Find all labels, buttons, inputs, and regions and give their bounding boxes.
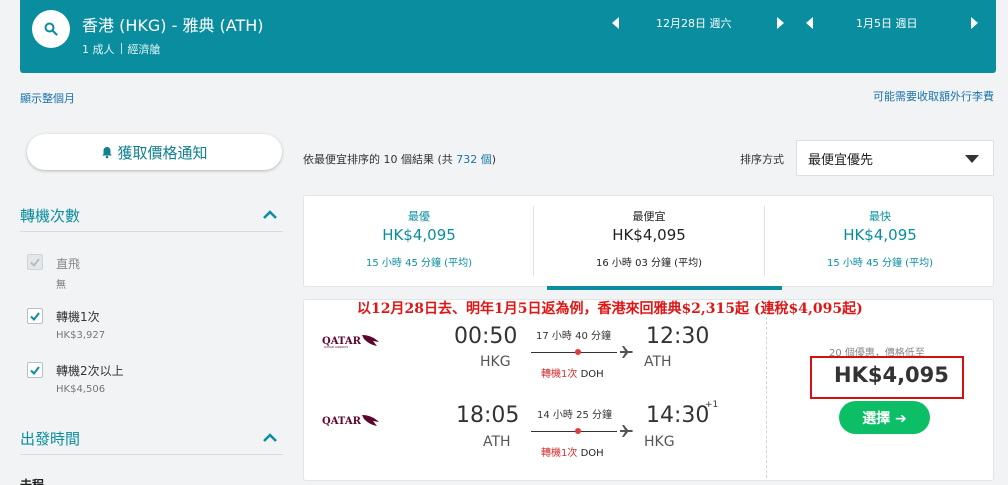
depart-date[interactable]: 12月28日 週六 xyxy=(656,15,732,31)
stops-option-price: 無 xyxy=(56,280,66,291)
outbound-depart-time: 00:50 xyxy=(454,324,518,349)
cabin-class: 經濟艙 xyxy=(127,43,161,56)
sort-value: 最便宜優先 xyxy=(808,152,874,168)
show-whole-month-link[interactable]: 顯示整個月 xyxy=(20,90,75,106)
airplane-icon xyxy=(620,425,633,437)
search-icon xyxy=(44,22,58,36)
trip-details: 1 成人 經濟艙 xyxy=(82,41,161,57)
search-button[interactable] xyxy=(32,10,70,48)
stop-airport: DOH xyxy=(580,369,604,380)
outbound-stops: 轉機1次 DOH xyxy=(541,365,604,380)
inbound-duration: 14 小時 25 分鐘 xyxy=(537,410,612,421)
tab-cheapest[interactable]: 最便宜 HK$4,095 16 小時 03 分鐘 (平均) xyxy=(534,196,782,290)
return-date-picker[interactable]: 1月5日 週日 xyxy=(806,12,978,34)
stops-option-label: 轉機1次 xyxy=(56,310,100,324)
qatar-airways-logo: QATAR xyxy=(322,415,379,427)
sort-select[interactable]: 最便宜優先 xyxy=(796,140,994,176)
promo-annotation: 以12月28日去、明年1月5日返為例，香港來回雅典$2,315起 (連稅$4,0… xyxy=(357,301,863,317)
divider xyxy=(20,231,283,232)
stops-option-price: HK$4,506 xyxy=(56,384,106,395)
tab-duration: 15 小時 45 分鐘 (平均) xyxy=(366,258,472,269)
layover-dot xyxy=(575,428,581,434)
stops-option-label: 轉機2次以上 xyxy=(56,364,124,378)
results-suffix: ) xyxy=(491,153,497,166)
tab-price: HK$4,095 xyxy=(843,226,917,244)
divider xyxy=(766,302,767,478)
results-prefix: 依 xyxy=(303,153,314,166)
departure-time-filter-title[interactable]: 出發時間 xyxy=(20,428,80,449)
checkbox-one-stop[interactable] xyxy=(27,308,43,324)
stops-option-label: 直飛 xyxy=(56,257,81,271)
flight-price: HK$4,095 xyxy=(834,363,949,387)
route-title: 香港 (HKG) - 雅典 (ATH) xyxy=(82,16,264,35)
sort-tabs: 最優 HK$4,095 15 小時 45 分鐘 (平均) 最便宜 HK$4,09… xyxy=(303,195,995,290)
select-flight-button[interactable]: 選擇 ➔ xyxy=(839,401,930,434)
stop-airport: DOH xyxy=(580,448,604,459)
inbound-route-line xyxy=(531,431,617,432)
chevron-up-icon[interactable] xyxy=(263,210,277,220)
results-middle: 排序的 10 個結果 (共 xyxy=(347,153,457,166)
inbound-arrive-airport: HKG xyxy=(644,434,675,450)
airplane-icon xyxy=(620,346,633,358)
outbound-arrive-time: 12:30 xyxy=(646,324,710,349)
price-alert-label: 獲取價格通知 xyxy=(117,143,208,162)
inbound-arrive-time: 14:30 xyxy=(646,403,710,428)
day-offset: +1 xyxy=(705,400,719,410)
return-prev-day-arrow[interactable] xyxy=(806,17,813,29)
stop-count: 轉機1次 xyxy=(541,369,578,380)
stops-filter-title[interactable]: 轉機次數 xyxy=(20,205,80,226)
check-icon xyxy=(30,365,40,375)
tab-duration: 15 小時 45 分鐘 (平均) xyxy=(827,258,933,269)
results-count: 依最便宜排序的 10 個結果 (共 732 個) xyxy=(303,151,496,167)
stop-count: 轉機1次 xyxy=(541,448,578,459)
stops-option-price: HK$3,927 xyxy=(56,330,106,341)
outbound-time-label: 去程 xyxy=(20,478,45,485)
bell-icon xyxy=(102,146,113,158)
checkbox-nonstop[interactable] xyxy=(27,254,43,270)
outbound-duration: 17 小時 40 分鐘 xyxy=(536,331,611,342)
tab-fastest[interactable]: 最快 HK$4,095 15 小時 45 分鐘 (平均) xyxy=(765,196,995,288)
price-alert-button[interactable]: 獲取價格通知 xyxy=(27,134,282,170)
divider xyxy=(20,454,283,455)
outbound-route-line xyxy=(531,352,617,353)
baggage-fee-link[interactable]: 可能需要收取額外行李費 xyxy=(873,88,994,104)
airline-name: QATAR AIRWAYS xyxy=(324,345,348,349)
tab-best[interactable]: 最優 HK$4,095 15 小時 45 分鐘 (平均) xyxy=(304,196,534,288)
depart-next-day-arrow[interactable] xyxy=(777,17,784,29)
passengers: 1 成人 xyxy=(82,43,115,56)
check-icon xyxy=(30,311,40,321)
active-tab-indicator xyxy=(547,286,782,290)
inbound-depart-time: 18:05 xyxy=(456,403,520,428)
tab-price: HK$4,095 xyxy=(612,226,686,244)
tab-title: 最優 xyxy=(408,210,430,223)
check-icon xyxy=(30,257,40,267)
tab-title: 最快 xyxy=(869,210,891,223)
results-sort-word: 最便宜 xyxy=(314,153,347,166)
tab-duration: 16 小時 03 分鐘 (平均) xyxy=(596,258,702,269)
results-total[interactable]: 732 個 xyxy=(456,153,492,166)
inbound-stops: 轉機1次 DOH xyxy=(541,444,604,459)
depart-prev-day-arrow[interactable] xyxy=(612,17,619,29)
svg-text:QATAR: QATAR xyxy=(322,416,362,427)
checkbox-two-plus-stops[interactable] xyxy=(27,362,43,378)
depart-date-picker[interactable]: 12月28日 週六 xyxy=(612,12,784,34)
tab-title: 最便宜 xyxy=(632,210,666,223)
sort-label: 排序方式 xyxy=(740,153,784,166)
caret-down-icon xyxy=(965,155,979,163)
return-next-day-arrow[interactable] xyxy=(971,17,978,29)
layover-dot xyxy=(575,349,581,355)
tab-price: HK$4,095 xyxy=(382,226,456,244)
outbound-depart-airport: HKG xyxy=(480,354,511,370)
return-date[interactable]: 1月5日 週日 xyxy=(856,15,918,31)
search-summary-bar[interactable]: 香港 (HKG) - 雅典 (ATH) 1 成人 經濟艙 12月28日 週六 1月… xyxy=(20,0,996,73)
outbound-arrive-airport: ATH xyxy=(644,354,672,370)
qatar-airways-logo: QATAR QATAR AIRWAYS xyxy=(322,335,379,349)
chevron-up-icon[interactable] xyxy=(263,433,277,443)
inbound-depart-airport: ATH xyxy=(483,434,511,450)
